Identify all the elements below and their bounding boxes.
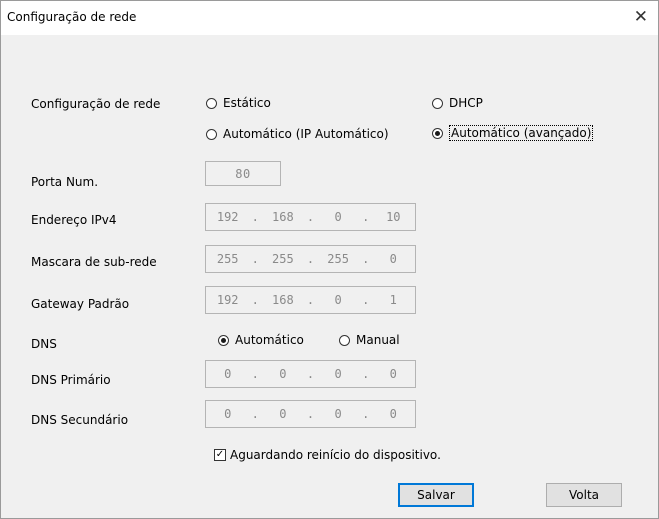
radio-auto-ip-label: Automático (IP Automático) [223,127,389,141]
subnet-octet-3: 255 [327,252,349,266]
ip-dot: . [251,252,259,266]
radio-auto-ip[interactable]: Automático (IP Automático) [206,127,389,141]
network-config-dialog: Configuração de rede ✕ Configuração de r… [0,0,659,519]
port-field[interactable]: 80 [205,161,281,186]
ip-dot: . [362,210,370,224]
ipv4-octet-3: 0 [334,210,342,224]
gateway-octet-1: 192 [216,293,239,307]
ip-dot: . [362,293,370,307]
gateway-octet-4: 1 [389,293,397,307]
radio-auto-advanced-label: Automático (avançado) [449,125,594,141]
dns-secondary-field[interactable]: 0. 0. 0. 0 [205,400,416,428]
radio-dhcp-label: DHCP [449,96,483,110]
dns-secondary-octet-1: 0 [224,407,232,421]
ip-dot: . [306,210,315,224]
ip-dot: . [306,252,315,266]
ipv4-label: Endereço IPv4 [31,213,117,227]
dns-secondary-label: DNS Secundário [31,413,129,427]
gateway-octet-2: 168 [272,293,294,307]
ipv4-octet-1: 192 [216,210,239,224]
dns-primary-octet-4: 0 [389,367,397,381]
radio-dns-manual-circle [339,334,350,346]
dns-primary-field[interactable]: 0. 0. 0. 0 [205,360,416,388]
radio-dns-manual-label: Manual [356,333,400,347]
radio-dns-automatic-circle [218,334,229,346]
title-bar: Configuração de rede ✕ [1,1,658,35]
ip-dot: . [306,293,315,307]
ip-dot: . [251,367,259,381]
gateway-label: Gateway Padrão [31,297,130,311]
ip-dot: . [306,367,315,381]
radio-auto-advanced[interactable]: Automático (avançado) [432,125,594,141]
reboot-checkbox-label: Aguardando reinício do dispositivo. [230,448,441,462]
ipv4-field[interactable]: 192. 168. 0. 10 [205,203,416,231]
ip-dot: . [306,407,315,421]
radio-dns-automatic-label: Automático [235,333,304,347]
dns-primary-octet-1: 0 [224,367,232,381]
ipv4-octet-2: 168 [272,210,294,224]
ip-dot: . [362,252,370,266]
close-icon[interactable]: ✕ [634,7,648,27]
window-title: Configuração de rede [7,10,137,24]
back-button[interactable]: Volta [546,483,622,507]
ip-dot: . [251,407,259,421]
network-config-label: Configuração de rede [31,97,161,111]
subnet-label: Mascara de sub-rede [31,255,157,269]
save-button[interactable]: Salvar [398,483,474,507]
dns-primary-octet-3: 0 [334,367,342,381]
reboot-checkbox[interactable]: ✓ Aguardando reinício do dispositivo. [214,448,441,462]
subnet-octet-1: 255 [216,252,239,266]
radio-dns-automatic[interactable]: Automático [218,333,304,347]
radio-static-circle [206,97,217,109]
gateway-octet-3: 0 [334,293,342,307]
ip-dot: . [251,210,259,224]
gateway-field[interactable]: 192. 168. 0. 1 [205,286,416,314]
dns-secondary-octet-4: 0 [389,407,397,421]
radio-dhcp-circle [432,97,443,109]
dns-label: DNS [31,337,57,351]
checkbox-check-icon: ✓ [214,449,226,461]
radio-dhcp[interactable]: DHCP [432,96,483,110]
dns-secondary-octet-3: 0 [334,407,342,421]
radio-static-label: Estático [223,96,271,110]
dns-primary-label: DNS Primário [31,373,111,387]
radio-auto-advanced-circle [432,127,443,139]
subnet-field[interactable]: 255. 255. 255. 0 [205,245,416,273]
subnet-octet-4: 0 [389,252,397,266]
ip-dot: . [362,407,370,421]
ipv4-octet-4: 10 [386,210,401,224]
port-label: Porta Num. [31,175,99,189]
dns-secondary-octet-2: 0 [279,407,287,421]
dns-primary-octet-2: 0 [279,367,287,381]
radio-dns-manual[interactable]: Manual [339,333,400,347]
radio-static[interactable]: Estático [206,96,271,110]
subnet-octet-2: 255 [272,252,294,266]
radio-auto-ip-circle [206,128,217,140]
ip-dot: . [362,367,370,381]
ip-dot: . [251,293,259,307]
